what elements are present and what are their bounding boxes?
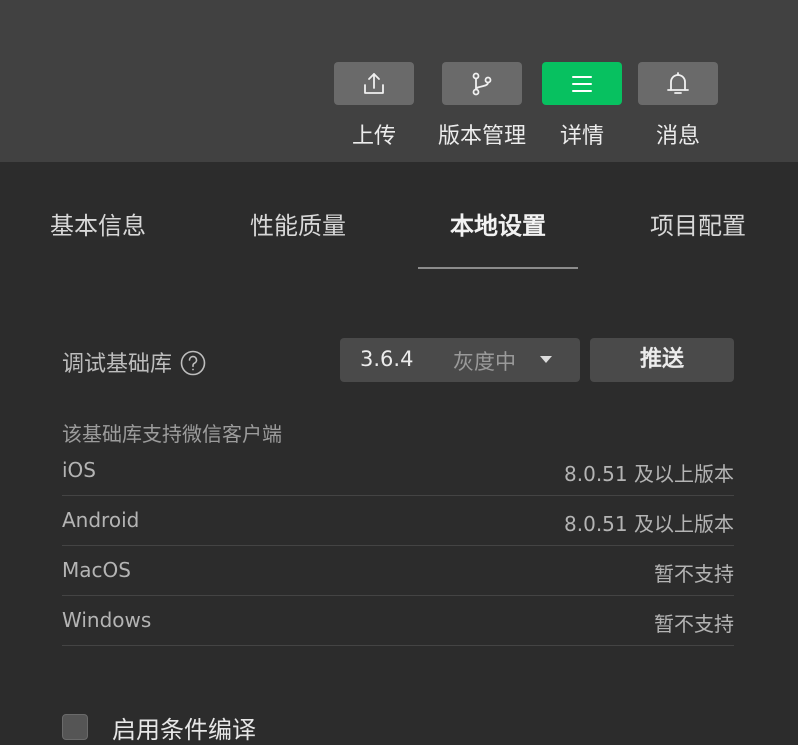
messages-tool[interactable]: 消息 bbox=[638, 62, 718, 150]
conditional-compile-row[interactable]: 启用条件编译 bbox=[62, 704, 662, 744]
list-item: Android 8.0.51 及以上版本 bbox=[62, 496, 734, 546]
list-item: MacOS 暂不支持 bbox=[62, 546, 734, 596]
support-title: 该基础库支持微信客户端 bbox=[62, 422, 282, 446]
platform-support-list: iOS 8.0.51 及以上版本 Android 8.0.51 及以上版本 Ma… bbox=[62, 446, 734, 646]
lib-version-value: 3.6.4 bbox=[360, 347, 414, 371]
platform-value: 暂不支持 bbox=[654, 612, 734, 636]
platform-value: 8.0.51 及以上版本 bbox=[564, 462, 734, 486]
bell-icon bbox=[665, 71, 691, 97]
active-tab-indicator bbox=[418, 267, 578, 269]
upload-label: 上传 bbox=[351, 124, 396, 149]
upload-tool[interactable]: 上传 bbox=[334, 62, 414, 150]
chevron-down-icon bbox=[540, 356, 552, 363]
version-button[interactable] bbox=[442, 62, 522, 105]
platform-name: Android bbox=[62, 508, 140, 532]
messages-label: 消息 bbox=[655, 124, 700, 149]
debug-lib-row: 调试基础库 3.6.4 灰度中 推送 bbox=[62, 338, 734, 382]
platform-name: iOS bbox=[62, 458, 96, 482]
details-tool[interactable]: 详情 bbox=[542, 62, 622, 150]
push-button[interactable]: 推送 bbox=[590, 338, 734, 382]
lib-version-status: 灰度中 bbox=[453, 350, 516, 374]
tab-performance[interactable]: 性能质量 bbox=[218, 206, 378, 241]
tab-local-settings[interactable]: 本地设置 bbox=[418, 206, 578, 241]
messages-button[interactable] bbox=[638, 62, 718, 105]
details-label: 详情 bbox=[559, 124, 604, 149]
tab-bar: 基本信息 性能质量 本地设置 项目配置 bbox=[0, 162, 798, 272]
list-item: iOS 8.0.51 及以上版本 bbox=[62, 446, 734, 496]
upload-button[interactable] bbox=[334, 62, 414, 105]
details-button[interactable] bbox=[542, 62, 622, 105]
platform-name: MacOS bbox=[62, 558, 131, 582]
branch-icon bbox=[469, 71, 495, 97]
platform-value: 8.0.51 及以上版本 bbox=[564, 512, 734, 536]
version-label: 版本管理 bbox=[438, 124, 527, 149]
tab-project-config[interactable]: 项目配置 bbox=[618, 206, 778, 241]
upload-icon bbox=[361, 71, 387, 97]
debug-lib-label-group: 调试基础库 bbox=[62, 346, 206, 378]
version-tool[interactable]: 版本管理 bbox=[438, 62, 526, 150]
platform-name: Windows bbox=[62, 608, 152, 632]
help-icon[interactable] bbox=[180, 350, 206, 376]
conditional-compile-label: 启用条件编译 bbox=[112, 716, 256, 744]
lib-version-select[interactable]: 3.6.4 灰度中 bbox=[340, 338, 580, 382]
list-item: Windows 暂不支持 bbox=[62, 596, 734, 646]
menu-icon bbox=[569, 71, 595, 97]
top-toolbar: 上传 版本管理 详情 消息 bbox=[0, 0, 798, 162]
debug-lib-label: 调试基础库 bbox=[62, 352, 173, 377]
tab-basic-info[interactable]: 基本信息 bbox=[18, 206, 178, 241]
platform-value: 暂不支持 bbox=[654, 562, 734, 586]
conditional-compile-checkbox[interactable] bbox=[62, 714, 88, 740]
